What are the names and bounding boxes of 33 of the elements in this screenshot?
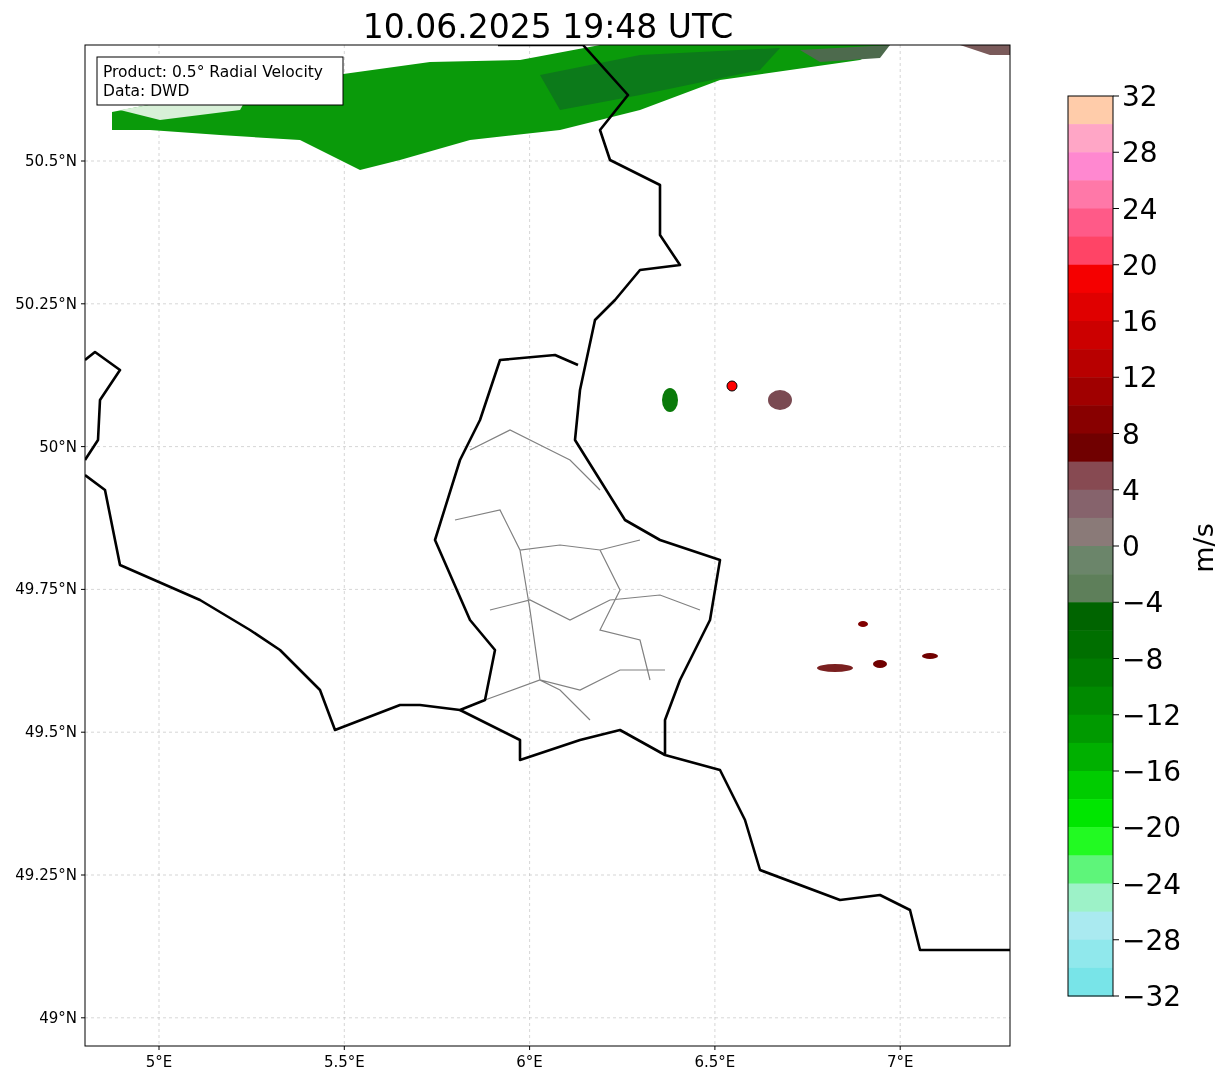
latitude-label: 49°N — [39, 1008, 77, 1027]
colorbar-label: m/s — [1188, 523, 1219, 573]
colorbar-tick-label: −8 — [1122, 642, 1164, 676]
latitude-label: 49.75°N — [15, 580, 77, 599]
colorbar-tick-label: −24 — [1122, 867, 1182, 901]
colorbar-tick-label: 4 — [1122, 473, 1140, 507]
colorbar-tick-label: −28 — [1122, 923, 1182, 957]
longitude-label: 5.5°E — [323, 1053, 365, 1071]
colorbar-tick-label: 32 — [1122, 80, 1158, 113]
colorbar-tick-label: 0 — [1122, 530, 1140, 563]
colorbar-tick-label: 20 — [1122, 248, 1158, 282]
colorbar-tick-label: 24 — [1122, 192, 1158, 226]
colorbar-tick-label: −12 — [1122, 698, 1182, 732]
latitude-label: 49.25°N — [15, 866, 77, 884]
colorbar-tick-label: 8 — [1122, 417, 1140, 451]
latitude-label: 49.5°N — [24, 723, 77, 742]
info-text: Product: 0.5° Radial Velocity — [103, 63, 323, 81]
longitude-label: 7°E — [886, 1053, 914, 1071]
colorbar-tick-label: −16 — [1122, 755, 1182, 788]
chart-title: 10.06.2025 19:48 UTC — [362, 7, 734, 46]
colorbar-tick-label: −4 — [1122, 586, 1164, 620]
latitude-label: 50.25°N — [15, 294, 77, 313]
colorbar-tick-label: −20 — [1122, 811, 1182, 845]
info-text: Data: DWD — [103, 82, 190, 100]
colorbar-tick-label: 12 — [1122, 361, 1158, 395]
longitude-label: 6.5°E — [694, 1053, 736, 1071]
colorbar-tick-label: 28 — [1122, 136, 1158, 170]
latitude-label: 50.5°N — [24, 152, 77, 170]
colorbar-tick-label: 16 — [1122, 305, 1158, 338]
longitude-label: 5°E — [145, 1053, 173, 1071]
latitude-label: 50°N — [39, 437, 77, 456]
colorbar-tick-label: −32 — [1122, 980, 1182, 1013]
longitude-label: 6°E — [516, 1053, 543, 1071]
